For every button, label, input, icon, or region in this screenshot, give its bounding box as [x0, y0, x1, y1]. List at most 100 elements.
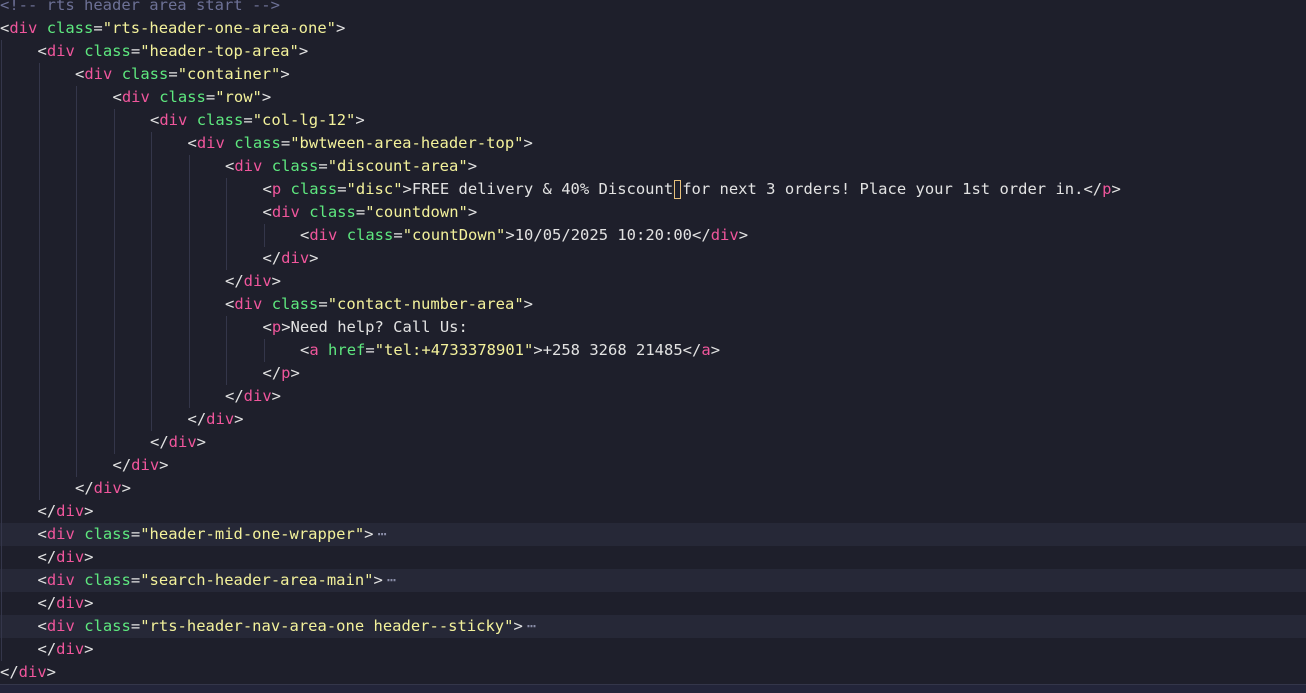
- tag-bracket: <: [37, 42, 47, 60]
- code-line-folded[interactable]: <div class="header-mid-one-wrapper"> ⋯: [0, 523, 1306, 546]
- code-line[interactable]: <div class="rts-header-one-area-one">: [0, 17, 1306, 40]
- indent-guide: [39, 408, 40, 431]
- tag-name: div: [56, 548, 85, 566]
- tag-name: div: [93, 479, 122, 497]
- code-line[interactable]: <div class="countDown">10/05/2025 10:20:…: [0, 224, 1306, 247]
- indent-guide: [1, 339, 2, 362]
- tag-bracket: >: [533, 341, 543, 359]
- code-line[interactable]: </div>: [0, 500, 1306, 523]
- tag-bracket: >: [355, 111, 365, 129]
- code-line[interactable]: <div class="col-lg-12">: [0, 109, 1306, 132]
- code-line[interactable]: <div class="row">: [0, 86, 1306, 109]
- indent-guide: [76, 132, 77, 155]
- tag-bracket: >: [309, 249, 319, 267]
- tag-bracket: >: [234, 410, 244, 428]
- indent-guide: [151, 132, 152, 155]
- tag-bracket: </: [682, 341, 702, 359]
- code-line[interactable]: <div class="discount-area">: [0, 155, 1306, 178]
- tag-bracket: >: [402, 180, 412, 198]
- tag-bracket: >: [523, 134, 533, 152]
- tag-bracket: >: [121, 479, 132, 497]
- indent-guide: [226, 224, 227, 247]
- indent-guide: [39, 385, 40, 408]
- indent-guide: [76, 454, 77, 477]
- equals-sign: =: [130, 525, 141, 543]
- tag-bracket: </: [1083, 180, 1103, 198]
- indent-guide: [1, 63, 2, 86]
- text-content: +258 3268 21485: [542, 341, 683, 359]
- indent-guide: [226, 247, 227, 270]
- code-line[interactable]: <div class="header-top-area">: [0, 40, 1306, 63]
- tag-bracket: >: [280, 65, 290, 83]
- code-editor[interactable]: <!-- rts header area start --> <div class…: [0, 0, 1306, 692]
- tag-name: div: [234, 157, 263, 175]
- indent-guide: [39, 339, 40, 362]
- code-line[interactable]: </p>: [0, 362, 1306, 385]
- code-line[interactable]: <!-- rts header area start -->: [0, 0, 1306, 17]
- indent-guide: [114, 201, 115, 224]
- code-line[interactable]: <p class="disc">FREE delivery & 40% Disc…: [0, 178, 1306, 201]
- attribute-name: href: [328, 341, 366, 359]
- indent-guide: [189, 224, 190, 247]
- indent-guide: [114, 109, 115, 132]
- tag-bracket: </: [37, 640, 57, 658]
- code-line[interactable]: </div>: [0, 408, 1306, 431]
- attribute-value: "col-lg-12": [252, 111, 356, 129]
- code-line[interactable]: </div>: [0, 592, 1306, 615]
- attribute-name: class: [46, 19, 94, 37]
- code-line[interactable]: <p>Need help? Call Us:: [0, 316, 1306, 339]
- equals-sign: =: [318, 157, 328, 175]
- indent-guide: [1, 615, 2, 638]
- tag-name: div: [9, 19, 38, 37]
- code-line-folded[interactable]: <div class="search-header-area-main"> ⋯: [0, 569, 1306, 592]
- code-line[interactable]: <div class="bwtween-area-header-top">: [0, 132, 1306, 155]
- fold-ellipsis-icon[interactable]: ⋯: [378, 525, 387, 543]
- code-line[interactable]: </div>: [0, 431, 1306, 454]
- code-line-folded[interactable]: <div class="rts-header-nav-area-one head…: [0, 615, 1306, 638]
- fold-ellipsis-icon[interactable]: ⋯: [387, 571, 396, 589]
- indent-guide: [39, 362, 40, 385]
- text-content: [337, 226, 346, 244]
- fold-ellipsis-icon[interactable]: ⋯: [527, 617, 536, 635]
- code-line[interactable]: </div>: [0, 477, 1306, 500]
- indent-guide: [114, 224, 115, 247]
- attribute-name: class: [84, 571, 131, 589]
- indent-guide: [114, 408, 115, 431]
- attribute-name: class: [309, 203, 356, 221]
- equals-sign: =: [280, 134, 291, 152]
- indent-guide: [1, 408, 2, 431]
- tag-bracket: <: [262, 180, 272, 198]
- tag-bracket: >: [364, 525, 374, 543]
- tag-bracket: <: [150, 111, 160, 129]
- attribute-value: "tel:+4733378901": [374, 341, 534, 359]
- indent-guide: [189, 339, 190, 362]
- indent-guide: [1, 293, 2, 316]
- code-line[interactable]: <div class="countdown">: [0, 201, 1306, 224]
- code-line[interactable]: </div>: [0, 270, 1306, 293]
- code-line[interactable]: </div>: [0, 638, 1306, 661]
- indent-guide: [1, 178, 2, 201]
- code-line[interactable]: <a href="tel:+4733378901">+258 3268 2148…: [0, 339, 1306, 362]
- code-line[interactable]: </div>: [0, 661, 1306, 684]
- attribute-name: class: [234, 134, 281, 152]
- indent-guide: [1, 431, 2, 454]
- code-line[interactable]: </div>: [0, 385, 1306, 408]
- text-content: [75, 571, 84, 589]
- text-content: FREE delivery & 40% Discount: [411, 180, 674, 198]
- indent-guide: [189, 247, 190, 270]
- code-line[interactable]: <div class="contact-number-area">: [0, 293, 1306, 316]
- text-content: [281, 180, 290, 198]
- indent-guide: [189, 201, 190, 224]
- code-line[interactable]: </div>: [0, 546, 1306, 569]
- equals-sign: =: [337, 180, 347, 198]
- code-line[interactable]: <div class="container">: [0, 63, 1306, 86]
- tag-name: div: [196, 134, 225, 152]
- indent-guide: [39, 178, 40, 201]
- attribute-name: class: [346, 226, 394, 244]
- code-line[interactable]: </div>: [0, 454, 1306, 477]
- indent-guide: [189, 316, 190, 339]
- code-comment: <!-- rts header area start -->: [0, 0, 280, 14]
- tag-name: div: [56, 594, 85, 612]
- code-line[interactable]: </div>: [0, 247, 1306, 270]
- indent-guide: [76, 408, 77, 431]
